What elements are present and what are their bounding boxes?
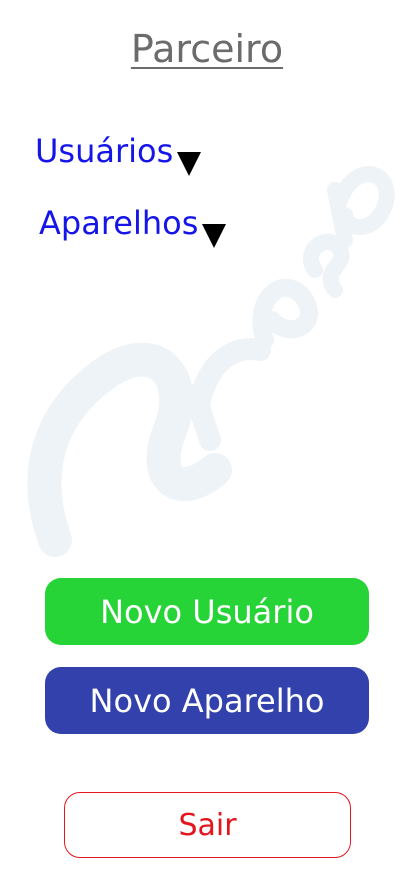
menu-item-aparelhos-label: Aparelhos — [39, 204, 199, 242]
caret-down-icon — [202, 224, 227, 248]
menu-item-aparelhos[interactable]: Aparelhos — [39, 202, 227, 248]
menu-item-usuarios[interactable]: Usuários — [35, 130, 202, 176]
new-user-button[interactable]: Novo Usuário — [45, 578, 369, 645]
menu-item-usuarios-label: Usuários — [35, 132, 174, 170]
exit-button[interactable]: Sair — [64, 792, 351, 858]
caret-down-icon — [177, 152, 202, 176]
page-title: Parceiro — [130, 27, 284, 71]
new-device-button[interactable]: Novo Aparelho — [45, 667, 369, 734]
